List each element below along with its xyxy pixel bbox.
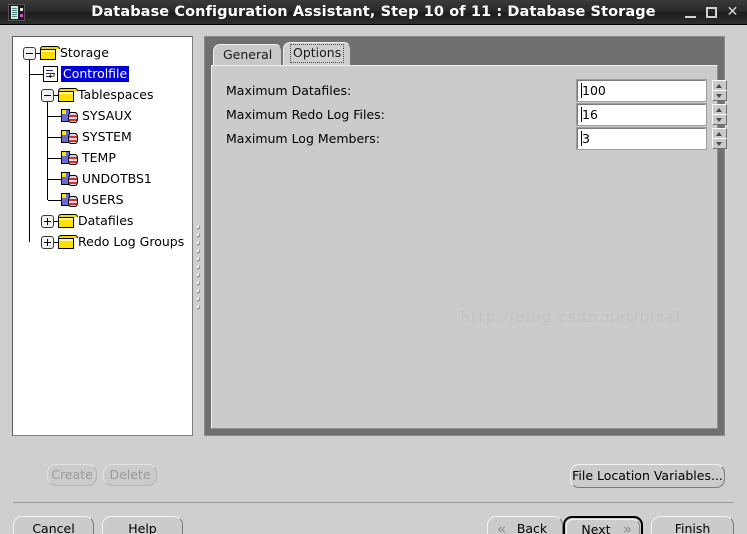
tree-item-label: USERS: [82, 192, 124, 207]
tablespace-icon: [61, 129, 78, 145]
tree-item-system[interactable]: SYSTEM: [13, 127, 192, 148]
tab-strip: General Options: [205, 37, 724, 65]
help-label-rest: elp: [137, 521, 157, 534]
input-value: 16: [582, 107, 598, 122]
spinner: [712, 104, 727, 125]
storage-tree: Storage ↵ Controlfile Tablespaces SYSAUX SYST…: [13, 37, 192, 253]
tree-item-controlfile[interactable]: ↵ Controlfile: [13, 64, 192, 85]
options-tab-body: Maximum Datafiles: 100 Maximum Redo Log Fi…: [211, 65, 727, 429]
tree-item-tablespaces[interactable]: Tablespaces: [13, 85, 192, 106]
spinner: [712, 128, 727, 149]
input-maximum-redo-log-files[interactable]: 16: [576, 103, 707, 126]
tree-item-datafiles[interactable]: Datafiles: [13, 211, 192, 232]
tab-general[interactable]: General: [213, 44, 283, 65]
expand-icon[interactable]: [41, 215, 54, 228]
expand-icon[interactable]: [41, 236, 54, 249]
back-label-rest: ack: [525, 521, 548, 534]
tree-item-label: Storage: [60, 45, 109, 60]
maximize-icon[interactable]: [703, 4, 720, 21]
main-content: Storage ↵ Controlfile Tablespaces SYSAUX SYST…: [0, 25, 747, 534]
tab-options-label: Options: [290, 44, 345, 63]
field-label: Maximum Redo Log Files:: [226, 107, 385, 122]
tablespace-icon: [61, 150, 78, 166]
tree-item-label: TEMP: [82, 150, 116, 165]
finish-label-rest: inish: [680, 521, 711, 534]
tree-item-label: SYSTEM: [82, 129, 132, 144]
folder-icon: [58, 235, 78, 249]
tree-connector: [47, 102, 48, 200]
tree-item-label: Redo Log Groups: [78, 234, 185, 249]
field-label: Maximum Datafiles:: [226, 83, 352, 98]
tree-item-label: SYSAUX: [82, 108, 132, 123]
window-title: Database Configuration Assistant, Step 1…: [91, 4, 656, 20]
help-button[interactable]: Help: [102, 516, 183, 534]
tree-item-sysaux[interactable]: SYSAUX: [13, 106, 192, 127]
tree-connector: [29, 60, 30, 242]
create-button[interactable]: Create: [47, 464, 97, 486]
next-label-rest: ext: [590, 522, 611, 534]
tree-item-users[interactable]: USERS: [13, 190, 192, 211]
spinner-down-icon[interactable]: [712, 114, 727, 125]
divider-grip-icon: [197, 226, 201, 309]
close-icon[interactable]: ✕: [724, 4, 741, 21]
tree-item-label: Datafiles: [78, 213, 134, 228]
input-maximum-log-members[interactable]: 3: [576, 127, 707, 150]
file-location-variables-button[interactable]: File Location Variables...: [570, 464, 725, 488]
tree-item-undotbs1[interactable]: UNDOTBS1: [13, 169, 192, 190]
chevron-left-icon: «: [497, 520, 507, 534]
storage-detail-panel: General Options Maximum Datafiles: 100 Max…: [204, 36, 727, 436]
split-pane-divider[interactable]: [194, 36, 204, 436]
dbca-window: Database Configuration Assistant, Step 1…: [0, 0, 747, 534]
tablespace-icon: [61, 108, 78, 124]
watermark-text: http://blog.csdn.net/bisal: [460, 308, 682, 326]
minimize-icon[interactable]: [682, 4, 699, 21]
collapse-icon[interactable]: [23, 47, 36, 60]
back-button[interactable]: « Back: [487, 516, 563, 534]
chevron-right-icon: »: [622, 520, 632, 534]
tree-item-redo-log-groups[interactable]: Redo Log Groups: [13, 232, 192, 253]
tablespace-icon: [61, 171, 78, 187]
footer-separator: [13, 502, 734, 503]
tablespace-icon: [61, 192, 78, 208]
input-value: 100: [582, 83, 606, 98]
input-value: 3: [582, 131, 590, 146]
cancel-label-rest: ancel: [41, 521, 75, 534]
spinner-down-icon[interactable]: [712, 90, 727, 101]
tab-options[interactable]: Options: [283, 42, 352, 65]
tree-item-temp[interactable]: TEMP: [13, 148, 192, 169]
controlfile-icon: ↵: [43, 66, 58, 82]
folder-icon: [40, 46, 60, 60]
collapse-icon[interactable]: [41, 89, 54, 102]
delete-button[interactable]: Delete: [103, 464, 157, 486]
tree-item-label: Tablespaces: [78, 87, 154, 102]
next-button[interactable]: Next »: [563, 516, 643, 534]
folder-icon: [58, 214, 78, 228]
spinner: [712, 80, 727, 101]
finish-button[interactable]: Finish: [651, 516, 734, 534]
input-maximum-datafiles[interactable]: 100: [576, 79, 707, 102]
window-titlebar: Database Configuration Assistant, Step 1…: [0, 0, 747, 25]
tree-item-label: UNDOTBS1: [82, 171, 152, 186]
tree-item-storage[interactable]: Storage: [13, 43, 192, 64]
spinner-down-icon[interactable]: [712, 138, 727, 149]
folder-icon: [58, 88, 78, 102]
tree-item-label: Controlfile: [61, 66, 130, 82]
storage-tree-panel[interactable]: Storage ↵ Controlfile Tablespaces SYSAUX SYST…: [12, 36, 193, 436]
field-label: Maximum Log Members:: [226, 131, 381, 146]
cancel-button[interactable]: Cancel: [13, 516, 94, 534]
